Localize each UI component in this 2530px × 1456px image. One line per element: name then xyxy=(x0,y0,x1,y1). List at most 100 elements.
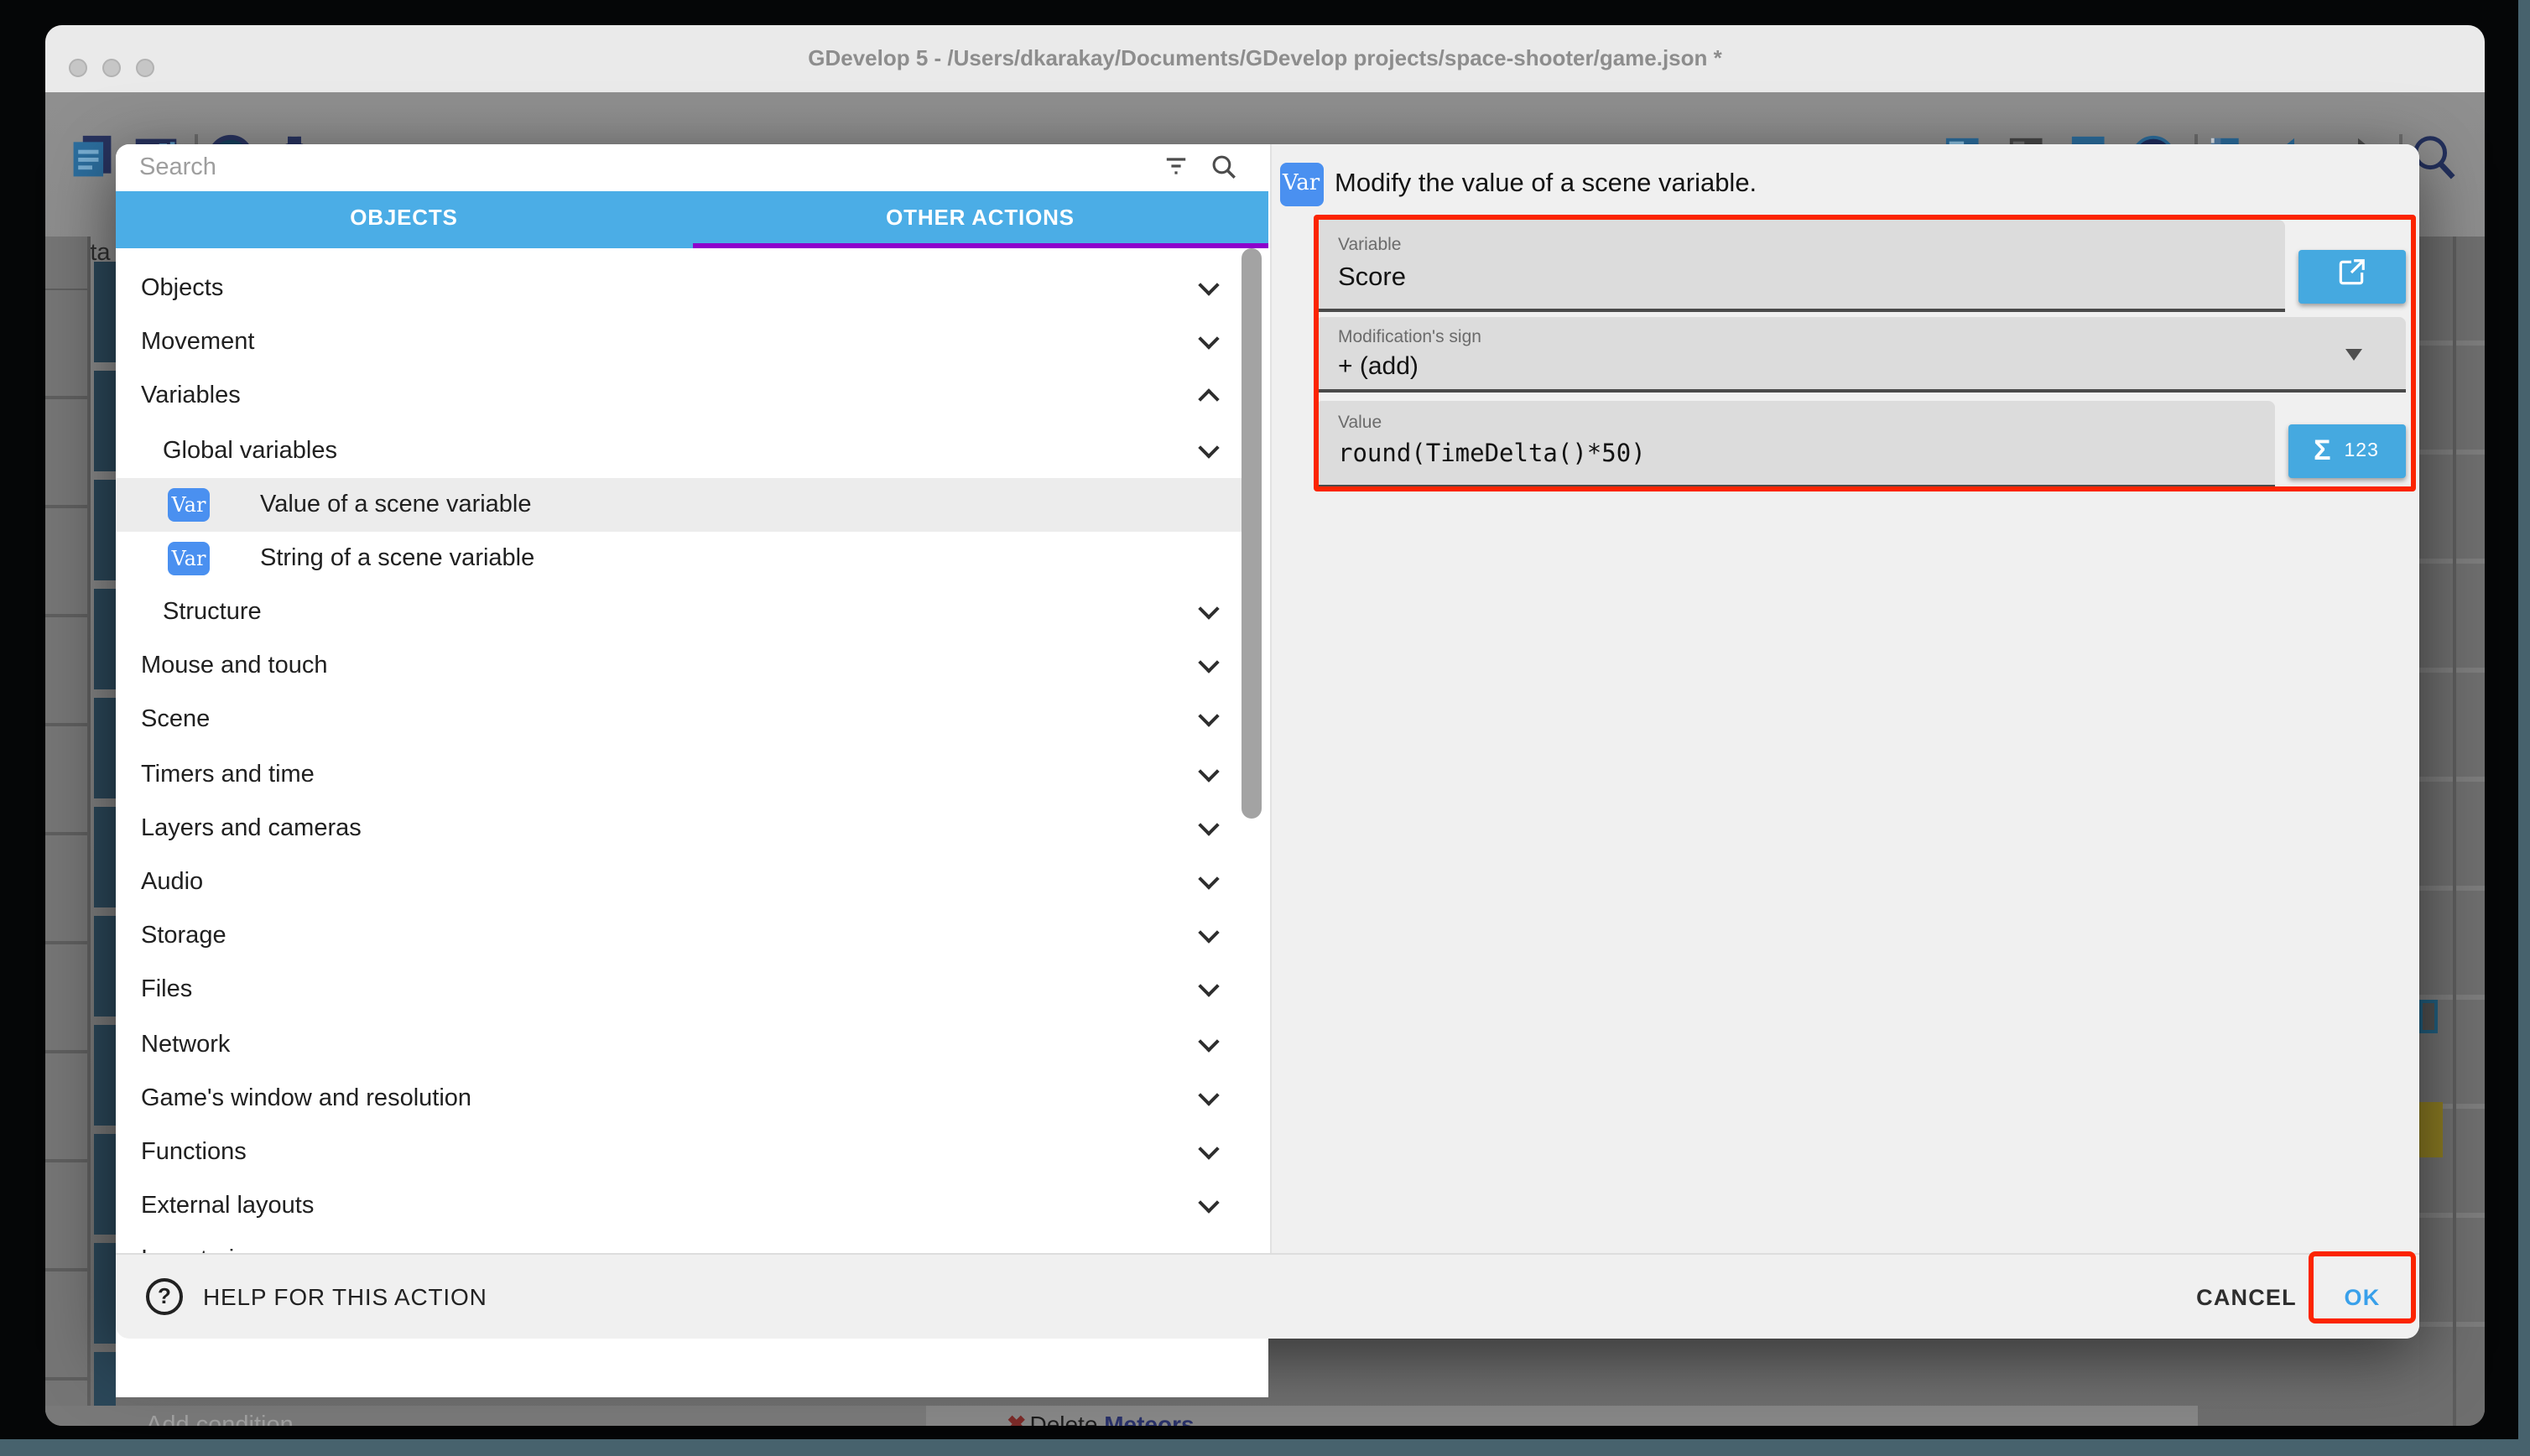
add-condition-link: Add condition xyxy=(146,1412,294,1426)
list-item-label: Layers and cameras xyxy=(116,815,362,842)
list-item-label: Structure xyxy=(116,599,262,626)
frame-edge-bottom xyxy=(0,1439,2530,1456)
list-item[interactable]: Mouse and touch xyxy=(116,639,1250,693)
search-icon[interactable] xyxy=(1210,153,1238,190)
value-field-input[interactable] xyxy=(1338,441,2227,468)
screenshot-root: GDevelop 5 - /Users/dkarakay/Documents/G… xyxy=(0,0,2530,1456)
help-label: HELP FOR THIS ACTION xyxy=(203,1284,487,1311)
list-item[interactable]: Timers and time xyxy=(116,747,1250,801)
list-item[interactable]: Objects xyxy=(116,262,1250,315)
list-item-label: External layouts xyxy=(116,1193,314,1219)
column-divider xyxy=(1269,144,1271,1253)
chevron-icon xyxy=(1198,923,1219,944)
var-icon: Var xyxy=(1279,163,1323,206)
delete-action-label: Delete xyxy=(1029,1411,1097,1426)
chevron-icon xyxy=(1198,1138,1219,1159)
dialog-footer: ? HELP FOR THIS ACTION CANCEL OK xyxy=(116,1252,2419,1339)
action-editor-dialog: OBJECTS OTHER ACTIONS Objects Movement V… xyxy=(116,144,2419,1339)
list-item-label: Audio xyxy=(116,869,203,896)
ok-button[interactable]: OK xyxy=(2314,1254,2411,1340)
list-item[interactable]: Storage xyxy=(116,909,1250,963)
chevron-icon xyxy=(1198,868,1219,889)
list-item-label: Network xyxy=(116,1031,230,1058)
window-title: GDevelop 5 - /Users/dkarakay/Documents/G… xyxy=(45,25,2485,92)
variable-field-label: Variable xyxy=(1338,235,1402,255)
list-item[interactable]: Layers and cameras xyxy=(116,802,1250,855)
event-condition-blocks xyxy=(94,262,116,1406)
list-item[interactable]: Structure xyxy=(116,585,1250,639)
sign-field-label: Modification's sign xyxy=(1338,327,1481,347)
expression-builder-button[interactable]: Σ 123 xyxy=(2288,424,2405,478)
chevron-icon xyxy=(1198,329,1219,350)
list-item[interactable]: Scene xyxy=(116,694,1250,747)
list-item[interactable]: Variables xyxy=(116,370,1250,424)
list-item-label: Timers and time xyxy=(116,761,315,788)
delete-x-icon: ✖ xyxy=(1007,1411,1026,1426)
action-list: Objects Movement Variables Global variab… xyxy=(116,247,1268,1396)
sign-field-value[interactable] xyxy=(1338,352,2278,381)
filter-icon[interactable] xyxy=(1163,153,1190,188)
list-item-label: Movement xyxy=(116,329,254,356)
chevron-icon xyxy=(1198,976,1219,997)
event-selection-outline xyxy=(2419,1000,2438,1033)
event-sheet-gutter xyxy=(45,237,87,1426)
open-in-new-icon xyxy=(2335,257,2367,297)
open-variable-editor-button[interactable] xyxy=(2298,250,2405,304)
action-title: Modify the value of a scene variable. xyxy=(1335,163,1757,206)
list-item-label: Files xyxy=(116,977,192,1004)
variable-field-input[interactable] xyxy=(1338,263,2244,294)
sigma-icon: Σ xyxy=(2314,434,2330,468)
cancel-button[interactable]: CANCEL xyxy=(2154,1254,2339,1340)
help-icon: ? xyxy=(146,1279,183,1316)
list-item-label: Global variables xyxy=(116,437,337,464)
numbers-icon: 123 xyxy=(2345,441,2379,461)
var-icon: Var xyxy=(168,542,210,575)
chevron-icon xyxy=(1198,814,1219,835)
event-sheet-right-line xyxy=(2453,237,2455,1426)
list-item-label: Storage xyxy=(116,923,226,949)
list-item[interactable]: Audio xyxy=(116,855,1250,909)
event-highlight-block xyxy=(2419,1102,2443,1157)
list-item[interactable]: Files xyxy=(116,964,1250,1017)
titlebar: GDevelop 5 - /Users/dkarakay/Documents/G… xyxy=(45,25,2485,92)
chevron-icon xyxy=(1198,706,1219,727)
list-item-label: Scene xyxy=(116,707,210,734)
list-item-label: Functions xyxy=(116,1139,247,1166)
list-item[interactable]: Global variables xyxy=(116,424,1250,477)
chevron-icon xyxy=(1198,389,1219,410)
var-icon: Var xyxy=(168,487,210,521)
delete-object-name: Meteors xyxy=(1104,1411,1194,1426)
list-item-label: Variables xyxy=(116,383,241,410)
help-button[interactable]: ? HELP FOR THIS ACTION xyxy=(146,1254,487,1340)
list-item[interactable]: Movement xyxy=(116,315,1250,369)
tab-objects[interactable]: OBJECTS xyxy=(116,190,692,243)
list-item[interactable]: Functions xyxy=(116,1126,1250,1179)
search-input[interactable] xyxy=(139,149,1079,186)
chevron-icon xyxy=(1198,436,1219,457)
modification-sign-select[interactable]: Modification's sign xyxy=(1314,317,2405,392)
chevron-icon xyxy=(1198,653,1219,673)
list-item[interactable]: Var Value of a scene variable xyxy=(116,477,1250,531)
delete-action-row: ✖Delete Meteors xyxy=(1007,1411,1195,1426)
list-item[interactable]: Game's window and resolution xyxy=(116,1071,1250,1125)
variable-field[interactable]: Variable xyxy=(1314,220,2285,312)
tab-other-actions[interactable]: OTHER ACTIONS xyxy=(692,190,1268,243)
list-item-label: Game's window and resolution xyxy=(116,1085,471,1112)
list-item[interactable]: Network xyxy=(116,1017,1250,1071)
list-item[interactable]: Var String of a scene variable xyxy=(116,532,1250,585)
events-sheet-icon[interactable] xyxy=(69,133,119,186)
chevron-icon xyxy=(1198,599,1219,620)
chevron-icon xyxy=(1198,1193,1219,1214)
action-config-panel: Var Modify the value of a scene variable… xyxy=(1271,144,2419,1252)
event-sheet-gutter-line xyxy=(87,237,90,1426)
chevron-icon xyxy=(1198,274,1219,295)
frame-edge-right xyxy=(2518,0,2530,1456)
list-scrollbar-thumb[interactable] xyxy=(1242,247,1262,818)
value-field-label: Value xyxy=(1338,413,1382,433)
list-item[interactable]: External layouts xyxy=(116,1179,1250,1233)
list-item-label: Objects xyxy=(116,275,223,302)
tab-bar: OBJECTS OTHER ACTIONS xyxy=(116,190,1268,247)
chevron-icon xyxy=(1198,1084,1219,1105)
event-sheet-right-column xyxy=(2419,237,2485,1426)
value-field[interactable]: Value xyxy=(1314,401,2275,488)
